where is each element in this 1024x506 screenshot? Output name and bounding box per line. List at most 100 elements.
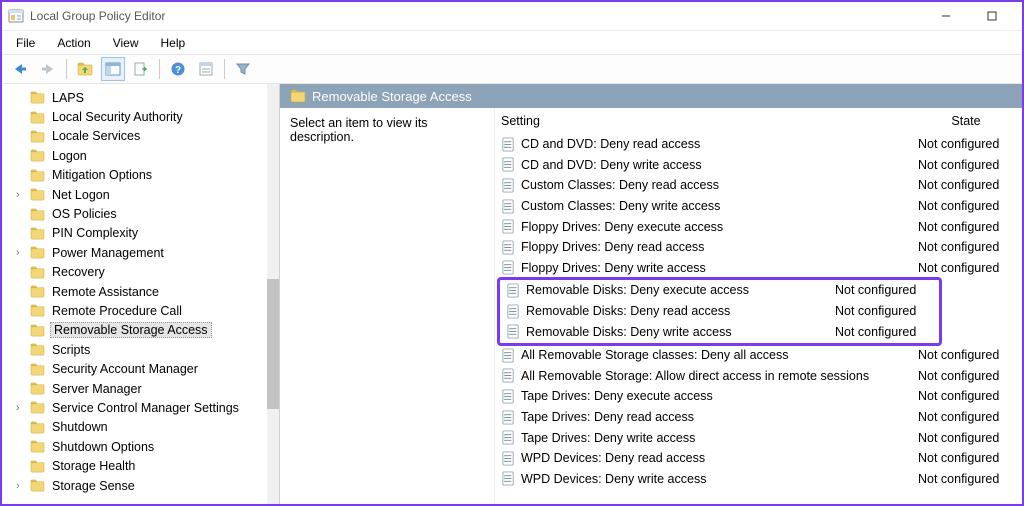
back-button[interactable] bbox=[8, 57, 32, 81]
section-header: Removable Storage Access bbox=[280, 84, 1022, 108]
folder-icon bbox=[30, 324, 45, 337]
policy-icon bbox=[501, 368, 516, 383]
setting-name: WPD Devices: Deny write access bbox=[521, 472, 918, 486]
policy-icon bbox=[501, 178, 516, 193]
setting-state: Not configured bbox=[918, 451, 1022, 465]
setting-state: Not configured bbox=[835, 304, 939, 318]
tree-item[interactable]: Storage Health bbox=[2, 456, 279, 475]
settings-columns-header: Setting State bbox=[495, 108, 1022, 134]
window-title: Local Group Policy Editor bbox=[30, 9, 165, 23]
menu-file[interactable]: File bbox=[6, 34, 45, 52]
setting-state: Not configured bbox=[918, 220, 1022, 234]
policy-icon bbox=[501, 157, 516, 172]
folder-icon bbox=[30, 208, 45, 221]
setting-row[interactable]: Removable Disks: Deny read accessNot con… bbox=[500, 301, 939, 322]
setting-row[interactable]: Custom Classes: Deny write accessNot con… bbox=[495, 196, 1022, 217]
tree-item[interactable]: Remote Procedure Call bbox=[2, 301, 279, 320]
menu-action[interactable]: Action bbox=[47, 34, 100, 52]
setting-name: Floppy Drives: Deny write access bbox=[521, 261, 918, 275]
policy-icon bbox=[501, 240, 516, 255]
setting-row[interactable]: CD and DVD: Deny read accessNot configur… bbox=[495, 134, 1022, 155]
tree-item[interactable]: Scripts bbox=[2, 340, 279, 359]
tree-item[interactable]: Mitigation Options bbox=[2, 166, 279, 185]
show-hide-tree-button[interactable] bbox=[101, 57, 125, 81]
highlight-annotation: Removable Disks: Deny execute accessNot … bbox=[497, 277, 942, 346]
properties-button[interactable] bbox=[194, 57, 218, 81]
policy-icon bbox=[501, 430, 516, 445]
filter-button[interactable] bbox=[231, 57, 255, 81]
tree-item[interactable]: PIN Complexity bbox=[2, 224, 279, 243]
setting-state: Not configured bbox=[918, 431, 1022, 445]
column-setting[interactable]: Setting bbox=[501, 114, 914, 128]
tree-item-label: Service Control Manager Settings bbox=[50, 401, 241, 415]
up-one-level-button[interactable] bbox=[73, 57, 97, 81]
folder-icon bbox=[30, 440, 45, 453]
tree-pane: LAPS Local Security AuthorityLocale Servi… bbox=[2, 84, 280, 504]
policy-icon bbox=[501, 410, 516, 425]
tree-item[interactable]: Locale Services bbox=[2, 127, 279, 146]
setting-row[interactable]: WPD Devices: Deny write accessNot config… bbox=[495, 469, 1022, 490]
setting-state: Not configured bbox=[918, 369, 1022, 383]
tree-item[interactable]: Recovery bbox=[2, 263, 279, 282]
setting-row[interactable]: Tape Drives: Deny write accessNot config… bbox=[495, 427, 1022, 448]
tree-item[interactable]: Net Logon bbox=[2, 185, 279, 204]
maximize-button[interactable] bbox=[978, 6, 1006, 26]
tree-item[interactable]: Logon bbox=[2, 146, 279, 165]
description-column: Select an item to view its description. bbox=[280, 108, 495, 504]
folder-icon bbox=[30, 169, 45, 182]
menu-help[interactable]: Help bbox=[151, 34, 196, 52]
setting-row[interactable]: Floppy Drives: Deny write accessNot conf… bbox=[495, 258, 1022, 279]
tree-item[interactable]: OS Policies bbox=[2, 204, 279, 223]
setting-row[interactable]: WPD Devices: Deny read accessNot configu… bbox=[495, 448, 1022, 469]
tree-item[interactable]: Shutdown bbox=[2, 418, 279, 437]
folder-icon bbox=[30, 479, 45, 492]
setting-state: Not configured bbox=[918, 137, 1022, 151]
help-button[interactable]: ? bbox=[166, 57, 190, 81]
setting-row[interactable]: All Removable Storage: Allow direct acce… bbox=[495, 366, 1022, 387]
tree-item[interactable]: LAPS bbox=[2, 88, 279, 107]
tree-item[interactable]: Shutdown Options bbox=[2, 437, 279, 456]
folder-icon bbox=[30, 149, 45, 162]
tree-item-label: Remote Assistance bbox=[50, 285, 161, 299]
setting-row[interactable]: CD and DVD: Deny write accessNot configu… bbox=[495, 155, 1022, 176]
tree-item[interactable]: Server Manager bbox=[2, 379, 279, 398]
tree-item[interactable]: Power Management bbox=[2, 243, 279, 262]
export-list-button[interactable] bbox=[129, 57, 153, 81]
setting-name: Tape Drives: Deny write access bbox=[521, 431, 918, 445]
app-icon bbox=[8, 8, 24, 24]
setting-row[interactable]: Tape Drives: Deny execute accessNot conf… bbox=[495, 386, 1022, 407]
scrollbar-thumb[interactable] bbox=[267, 279, 279, 409]
setting-name: Removable Disks: Deny execute access bbox=[526, 283, 835, 297]
folder-icon bbox=[30, 246, 45, 259]
setting-row[interactable]: Tape Drives: Deny read accessNot configu… bbox=[495, 407, 1022, 428]
folder-icon bbox=[30, 460, 45, 473]
setting-name: Tape Drives: Deny read access bbox=[521, 410, 918, 424]
setting-state: Not configured bbox=[918, 158, 1022, 172]
tree-item[interactable]: Security Account Manager bbox=[2, 359, 279, 378]
setting-row[interactable]: Floppy Drives: Deny read accessNot confi… bbox=[495, 237, 1022, 258]
setting-row[interactable]: Floppy Drives: Deny execute accessNot co… bbox=[495, 216, 1022, 237]
tree-item[interactable]: Storage Sense bbox=[2, 476, 279, 495]
setting-row[interactable]: Removable Disks: Deny execute accessNot … bbox=[500, 280, 939, 301]
tree-item[interactable]: Service Control Manager Settings bbox=[2, 398, 279, 417]
detail-pane: Removable Storage Access Select an item … bbox=[280, 84, 1022, 504]
setting-row[interactable]: Custom Classes: Deny read accessNot conf… bbox=[495, 175, 1022, 196]
tree-item[interactable]: Removable Storage Access bbox=[2, 321, 279, 340]
policy-icon bbox=[501, 389, 516, 404]
policy-icon bbox=[501, 219, 516, 234]
column-state[interactable]: State bbox=[914, 114, 1018, 128]
policy-icon bbox=[501, 451, 516, 466]
setting-state: Not configured bbox=[918, 178, 1022, 192]
folder-icon bbox=[290, 89, 306, 103]
setting-row[interactable]: Removable Disks: Deny write accessNot co… bbox=[500, 321, 939, 342]
tree-item[interactable]: Local Security Authority bbox=[2, 107, 279, 126]
minimize-button[interactable] bbox=[932, 6, 960, 26]
menu-view[interactable]: View bbox=[103, 34, 149, 52]
tree-item-label: Shutdown Options bbox=[50, 440, 156, 454]
setting-row[interactable]: All Removable Storage classes: Deny all … bbox=[495, 345, 1022, 366]
forward-button[interactable] bbox=[36, 57, 60, 81]
folder-icon bbox=[30, 91, 45, 104]
tree-item-label: Power Management bbox=[50, 246, 166, 260]
tree-item[interactable]: Remote Assistance bbox=[2, 282, 279, 301]
tree-item-label: LAPS bbox=[50, 91, 86, 105]
